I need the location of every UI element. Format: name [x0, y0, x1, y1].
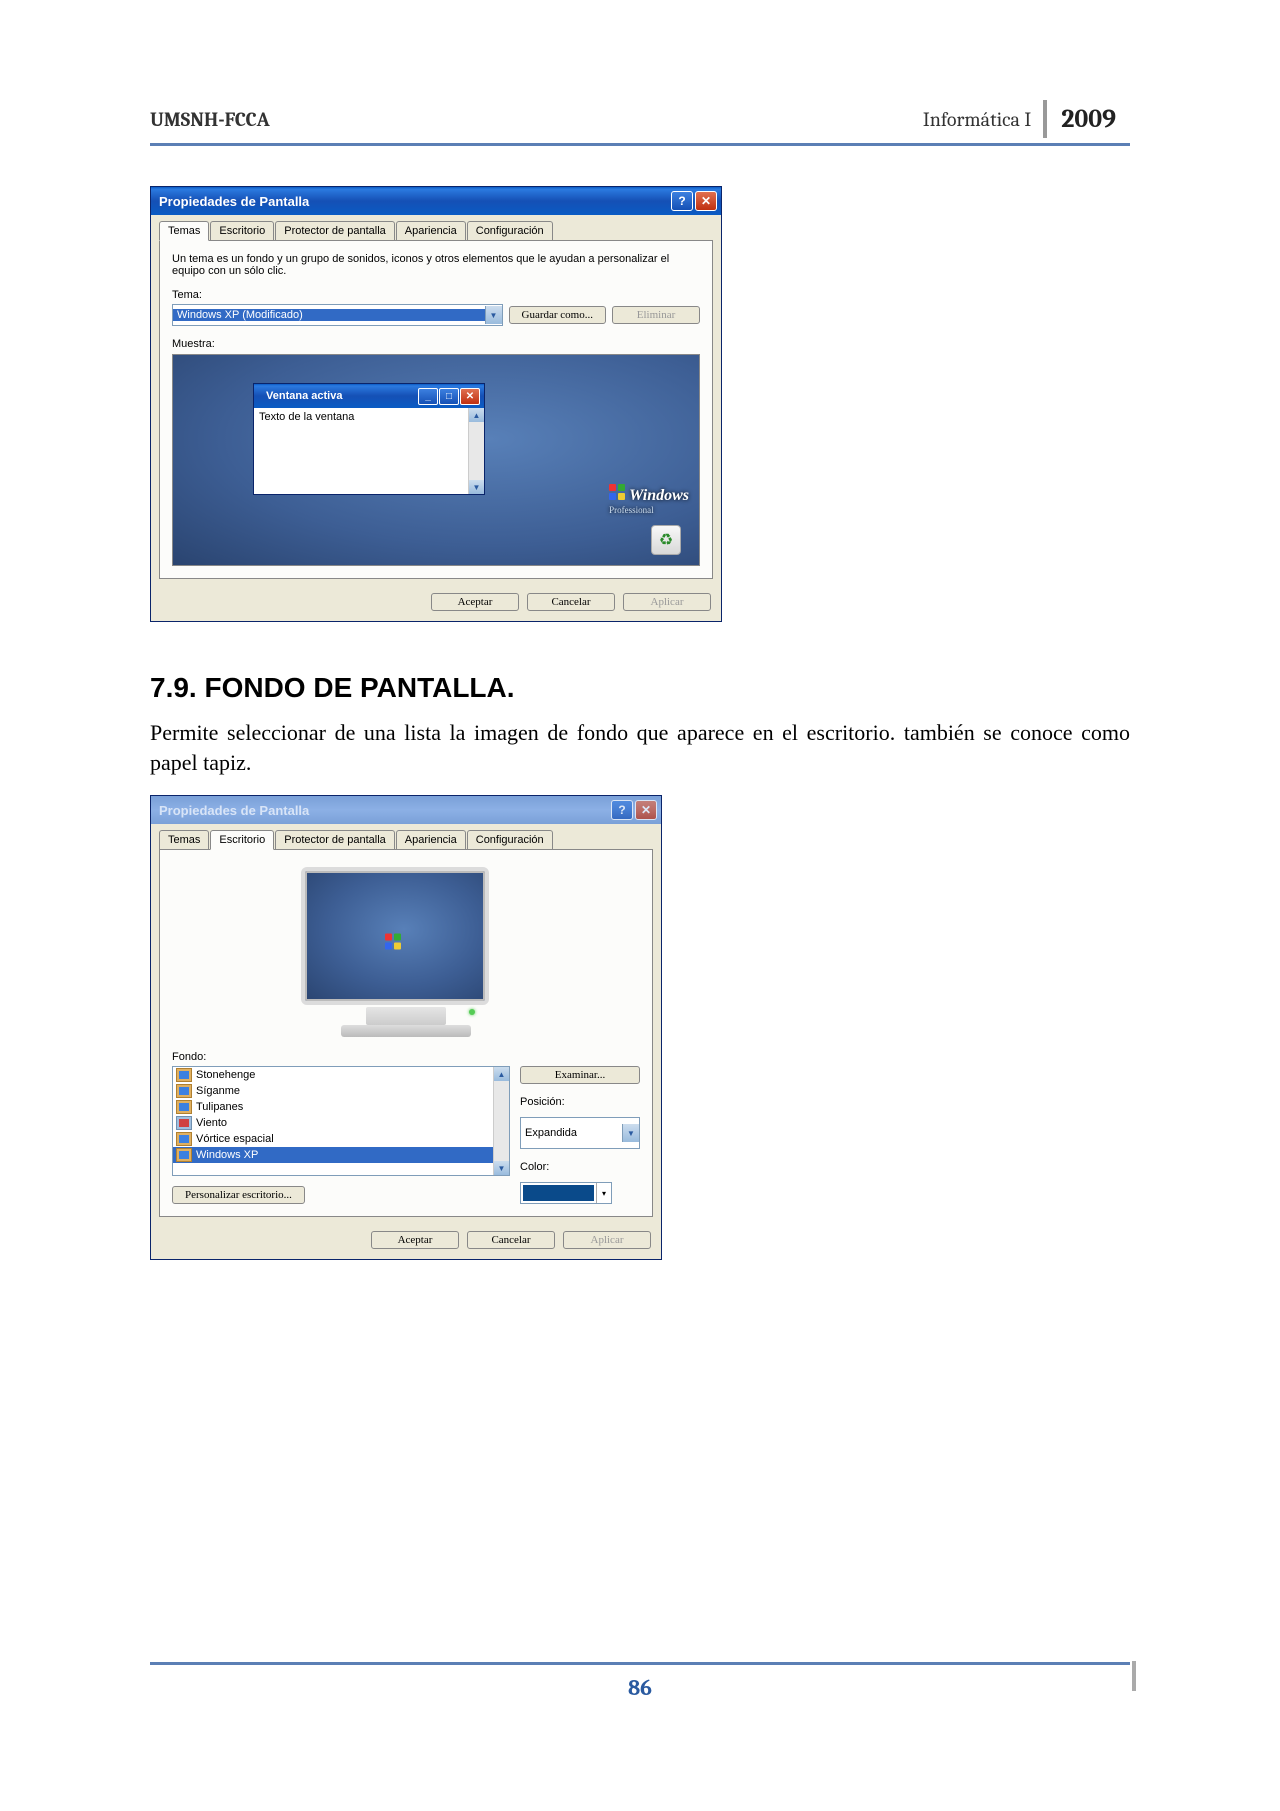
- sample-titlebar: Ventana activa _ □ ✕: [254, 384, 484, 408]
- color-swatch: [523, 1185, 594, 1201]
- remove-button: Eliminar: [612, 306, 700, 324]
- customize-desktop-button[interactable]: Personalizar escritorio...: [172, 1186, 305, 1204]
- apply-button: Aplicar: [623, 593, 711, 611]
- list-item-label: Síganme: [196, 1085, 240, 1097]
- header-course: Informática I: [923, 100, 1043, 138]
- dialog-display-properties-1: Propiedades de Pantalla ? ✕ Temas Escrit…: [150, 186, 722, 622]
- power-led-icon: [469, 1009, 475, 1015]
- tab-temas[interactable]: Temas: [159, 830, 209, 849]
- titlebar[interactable]: Propiedades de Pantalla ? ✕: [151, 796, 661, 824]
- theme-description: Un tema es un fondo y un grupo de sonido…: [172, 253, 700, 277]
- header-year: 2009: [1043, 100, 1130, 138]
- page-footer: 86: [150, 1662, 1130, 1701]
- help-icon[interactable]: ?: [671, 191, 693, 211]
- browse-button[interactable]: Examinar...: [520, 1066, 640, 1084]
- close-icon[interactable]: ✕: [695, 191, 717, 211]
- ok-button[interactable]: Aceptar: [431, 593, 519, 611]
- page-header: UMSNH-FCCA Informática I 2009: [150, 100, 1130, 146]
- theme-value: Windows XP (Modificado): [173, 309, 485, 321]
- theme-preview: Ventana activa _ □ ✕ Texto de la ventana…: [172, 354, 700, 566]
- chevron-down-icon: ▼: [622, 1124, 639, 1142]
- cancel-button[interactable]: Cancelar: [527, 593, 615, 611]
- footer-mark: [1132, 1661, 1136, 1691]
- theme-label: Tema:: [172, 289, 700, 301]
- color-label: Color:: [520, 1161, 640, 1173]
- list-item-label: Windows XP: [196, 1149, 258, 1161]
- tab-configuracion[interactable]: Configuración: [467, 830, 553, 849]
- chevron-down-icon: ▼: [485, 306, 502, 324]
- image-file-icon: [176, 1068, 192, 1082]
- sample-label: Muestra:: [172, 338, 700, 350]
- position-label: Posición:: [520, 1096, 640, 1108]
- list-item[interactable]: Windows XP: [173, 1147, 493, 1163]
- list-item[interactable]: Viento: [173, 1115, 493, 1131]
- header-left: UMSNH-FCCA: [150, 100, 923, 138]
- tab-body-temas: Un tema es un fondo y un grupo de sonido…: [159, 240, 713, 579]
- sample-window: Ventana activa _ □ ✕ Texto de la ventana…: [253, 383, 485, 495]
- titlebar-text: Propiedades de Pantalla: [159, 194, 669, 209]
- chevron-up-icon: ▲: [494, 1067, 509, 1081]
- image-file-icon: [176, 1132, 192, 1146]
- tab-apariencia[interactable]: Apariencia: [396, 221, 466, 240]
- windows-logo: Windows Professional: [609, 484, 689, 515]
- chevron-down-icon: ▼: [494, 1161, 509, 1175]
- position-value: Expandida: [521, 1127, 622, 1139]
- dialog-display-properties-2: Propiedades de Pantalla ? ✕ Temas Escrit…: [150, 795, 662, 1260]
- tab-escritorio[interactable]: Escritorio: [210, 221, 274, 240]
- image-file-icon: [176, 1100, 192, 1114]
- color-picker[interactable]: ▾: [520, 1182, 612, 1204]
- tab-temas[interactable]: Temas: [159, 221, 209, 241]
- windows-flag-icon: [609, 484, 627, 500]
- theme-dropdown[interactable]: Windows XP (Modificado) ▼: [172, 304, 503, 326]
- ok-button[interactable]: Aceptar: [371, 1231, 459, 1249]
- listbox-scrollbar[interactable]: ▲ ▼: [493, 1067, 509, 1175]
- cancel-button[interactable]: Cancelar: [467, 1231, 555, 1249]
- image-file-icon: [176, 1116, 192, 1130]
- close-icon[interactable]: ✕: [635, 800, 657, 820]
- section-heading: 7.9. FONDO DE PANTALLA.: [150, 672, 1130, 704]
- help-icon[interactable]: ?: [611, 800, 633, 820]
- tab-configuracion[interactable]: Configuración: [467, 221, 553, 240]
- tab-strip: Temas Escritorio Protector de pantalla A…: [151, 824, 661, 849]
- image-file-icon: [176, 1148, 192, 1162]
- tab-protector[interactable]: Protector de pantalla: [275, 221, 395, 240]
- background-listbox[interactable]: Stonehenge Síganme Tulipanes Viento Vórtice …: [172, 1066, 510, 1176]
- chevron-up-icon: ▲: [469, 408, 484, 422]
- sample-scrollbar: ▲ ▼: [468, 408, 484, 494]
- close-icon: ✕: [460, 388, 480, 405]
- minimize-icon: _: [418, 388, 438, 405]
- sample-title: Ventana activa: [262, 390, 417, 402]
- titlebar-text: Propiedades de Pantalla: [159, 803, 609, 818]
- recycle-bin-icon: ♻: [651, 525, 681, 555]
- chevron-down-icon: ▼: [469, 480, 484, 494]
- tab-strip: Temas Escritorio Protector de pantalla A…: [151, 215, 721, 240]
- background-label: Fondo:: [172, 1051, 640, 1063]
- save-as-button[interactable]: Guardar como...: [509, 306, 606, 324]
- list-item-label: Viento: [196, 1117, 227, 1129]
- list-item[interactable]: Vórtice espacial: [173, 1131, 493, 1147]
- list-item[interactable]: Tulipanes: [173, 1099, 493, 1115]
- chevron-down-icon: ▾: [596, 1183, 611, 1203]
- apply-button: Aplicar: [563, 1231, 651, 1249]
- windows-flag-icon: [385, 933, 405, 952]
- list-item[interactable]: Stonehenge: [173, 1067, 493, 1083]
- titlebar[interactable]: Propiedades de Pantalla ? ✕: [151, 187, 721, 215]
- tab-escritorio[interactable]: Escritorio: [210, 830, 274, 850]
- tab-protector[interactable]: Protector de pantalla: [275, 830, 395, 849]
- list-item-label: Stonehenge: [196, 1069, 255, 1081]
- tab-body-escritorio: Fondo: Stonehenge Síganme Tulipanes Viento V…: [159, 849, 653, 1217]
- windows-edition: Professional: [609, 505, 689, 515]
- tab-apariencia[interactable]: Apariencia: [396, 830, 466, 849]
- position-dropdown[interactable]: Expandida ▼: [520, 1117, 640, 1149]
- maximize-icon: □: [439, 388, 459, 405]
- list-item-label: Vórtice espacial: [196, 1133, 274, 1145]
- section-paragraph: Permite seleccionar de una lista la imag…: [150, 718, 1130, 777]
- page-number: 86: [628, 1675, 652, 1701]
- monitor-preview: [301, 867, 511, 1037]
- list-item[interactable]: Síganme: [173, 1083, 493, 1099]
- sample-body-text: Texto de la ventana: [254, 408, 468, 494]
- list-item-label: Tulipanes: [196, 1101, 243, 1113]
- image-file-icon: [176, 1084, 192, 1098]
